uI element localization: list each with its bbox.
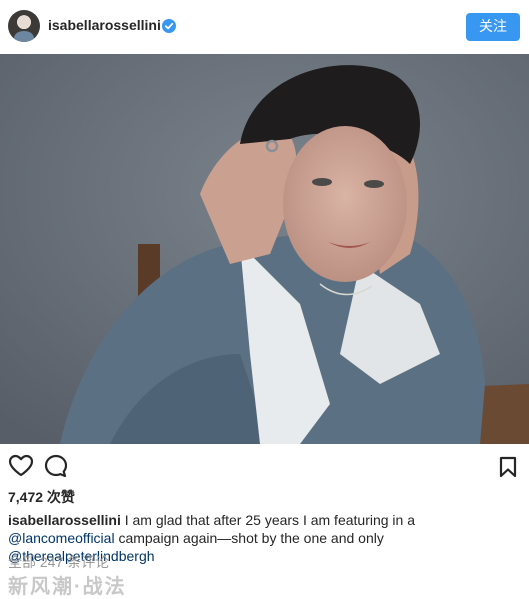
heart-icon[interactable] (8, 454, 34, 478)
post-actions (0, 444, 529, 484)
caption-text-1: I am glad that after 25 years I am featu… (120, 512, 416, 528)
view-all-comments-link[interactable]: 全部 247 条评论 (8, 552, 109, 572)
caption-username[interactable]: isabellarossellini (8, 512, 121, 528)
like-count[interactable]: 7,472 次赞 (8, 487, 75, 507)
follow-button[interactable]: 关注 (466, 13, 520, 41)
caption-text-2: campaign again—shot by the one and only (114, 530, 384, 546)
bookmark-icon[interactable] (499, 456, 517, 478)
post-image[interactable] (0, 54, 529, 444)
avatar[interactable] (8, 10, 40, 42)
verified-badge-icon (162, 19, 176, 33)
comment-icon[interactable] (44, 454, 68, 478)
portrait-photo (0, 54, 529, 444)
watermark: 新风潮·战法 (8, 576, 127, 598)
mention-lancome[interactable]: @lancomeofficial (8, 530, 115, 546)
post-header: isabellarossellini 关注 (0, 0, 529, 54)
username[interactable]: isabellarossellini (48, 17, 161, 33)
